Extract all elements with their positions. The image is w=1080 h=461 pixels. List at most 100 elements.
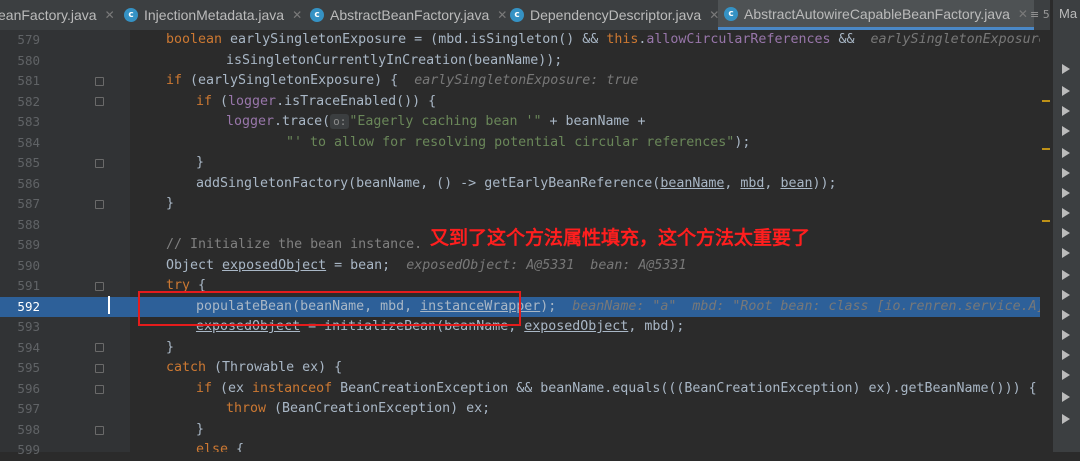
- line-number: 584: [17, 134, 40, 150]
- inline-debug-value: earlySingletonExposure: true: [870, 32, 1052, 47]
- line-number: 593: [17, 319, 40, 334]
- tab-beanfactory[interactable]: eanFactory.java ✕: [0, 0, 115, 30]
- expand-arrow-icon[interactable]: [1062, 270, 1070, 280]
- code-line-587: }: [166, 196, 175, 211]
- maven-panel-label[interactable]: Ma: [1059, 6, 1077, 21]
- fold-marker-icon[interactable]: [95, 200, 104, 209]
- annotation-highlight-box: [138, 291, 521, 326]
- tab-label: InjectionMetadata.java: [144, 7, 285, 23]
- inline-debug-value: earlySingletonExposure: true: [414, 73, 639, 88]
- inline-debug-value: exposedObject: A@5331 bean: A@5331: [406, 257, 687, 273]
- code-line-598: }: [196, 421, 205, 437]
- tab-abstract-bean-factory[interactable]: c AbstractBeanFactory.java ✕: [310, 0, 507, 30]
- fold-marker-icon[interactable]: [95, 97, 104, 106]
- expand-arrow-icon[interactable]: [1062, 64, 1070, 74]
- close-icon[interactable]: ✕: [292, 8, 302, 22]
- tab-label: DependencyDescriptor.java: [530, 7, 702, 23]
- code-line-586: addSingletonFactory(beanName, () -> getE…: [196, 175, 837, 191]
- parameter-hint: o:: [330, 114, 350, 129]
- line-number-current: 592: [17, 298, 40, 314]
- close-icon[interactable]: ✕: [1018, 7, 1028, 21]
- expand-arrow-icon[interactable]: [1062, 208, 1070, 218]
- code-line-579: boolean earlySingletonExposure = (mbd.is…: [166, 30, 1052, 51]
- line-number: 595: [17, 360, 40, 375]
- line-number: 580: [17, 52, 40, 68]
- line-number: 594: [17, 339, 40, 355]
- right-tool-panel: Ma: [1052, 0, 1080, 452]
- java-class-icon: c: [124, 8, 138, 22]
- tab-overflow-button[interactable]: ≡ 5: [1030, 0, 1050, 30]
- code-line-597: throw (BeanCreationException) ex;: [226, 401, 491, 416]
- tab-label: AbstractBeanFactory.java: [330, 7, 490, 23]
- close-icon[interactable]: ✕: [497, 8, 507, 22]
- expand-arrow-icon[interactable]: [1062, 310, 1070, 320]
- code-line-584: "' to allow for resolving potential circ…: [286, 134, 751, 150]
- line-number: 588: [17, 216, 40, 232]
- line-number: 579: [17, 32, 40, 47]
- expand-arrow-icon[interactable]: [1062, 248, 1070, 258]
- code-line-581: if (earlySingletonExposure) { earlySingl…: [166, 73, 639, 88]
- code-line-582: if (logger.isTraceEnabled()) {: [196, 93, 437, 109]
- expand-arrow-icon[interactable]: [1062, 228, 1070, 238]
- expand-arrow-icon[interactable]: [1062, 290, 1070, 300]
- line-number: 591: [17, 278, 40, 293]
- close-icon[interactable]: ✕: [105, 8, 115, 22]
- line-number: 599: [17, 442, 40, 457]
- line-number: 587: [17, 196, 40, 211]
- fold-marker-icon[interactable]: [95, 343, 104, 352]
- code-line-594: }: [166, 339, 175, 355]
- code-line-580: isSingletonCurrentlyInCreation(beanName)…: [226, 52, 563, 68]
- text-caret: [108, 296, 110, 314]
- editor-tab-bar: eanFactory.java ✕ c InjectionMetadata.ja…: [0, 0, 1050, 31]
- expand-arrow-icon[interactable]: [1062, 106, 1070, 116]
- line-number: 586: [17, 175, 40, 191]
- expand-arrow-icon[interactable]: [1062, 168, 1070, 178]
- line-number: 598: [17, 421, 40, 437]
- warning-marker[interactable]: [1042, 100, 1050, 102]
- java-class-icon: c: [510, 8, 524, 22]
- fold-marker-icon[interactable]: [95, 282, 104, 291]
- expand-arrow-icon[interactable]: [1062, 392, 1070, 402]
- code-line-596: if (ex instanceof BeanCreationException …: [196, 380, 1037, 396]
- tab-label: eanFactory.java: [0, 7, 97, 23]
- expand-arrow-icon[interactable]: [1062, 330, 1070, 340]
- fold-marker-icon[interactable]: [95, 159, 104, 168]
- line-number-gutter: 579 580 581 582 583 584 585 586 587 588 …: [0, 30, 130, 457]
- line-number: 582: [17, 93, 40, 109]
- code-line-589: // Initialize the bean instance.: [166, 237, 423, 252]
- line-number: 596: [17, 380, 40, 396]
- tab-abstract-autowire-capable-bean-factory[interactable]: c AbstractAutowireCapableBeanFactory.jav…: [718, 0, 1034, 30]
- expand-arrow-icon[interactable]: [1062, 126, 1070, 136]
- line-number: 583: [17, 114, 40, 129]
- warning-marker[interactable]: [1042, 220, 1050, 222]
- line-number: 581: [17, 73, 40, 88]
- java-class-icon: c: [724, 6, 738, 21]
- annotation-text: 又到了这个方法属性填充，这个方法太重要了: [430, 227, 811, 249]
- fold-marker-icon[interactable]: [95, 77, 104, 86]
- inline-debug-value: beanName: "a" mbd: "Root bean: class [io…: [572, 298, 1052, 314]
- line-number: 589: [17, 237, 40, 252]
- line-number: 597: [17, 401, 40, 416]
- tab-label: AbstractAutowireCapableBeanFactory.java: [744, 5, 1010, 22]
- expand-arrow-icon[interactable]: [1062, 86, 1070, 96]
- tab-dependency-descriptor[interactable]: c DependencyDescriptor.java ✕: [510, 0, 719, 30]
- fold-marker-icon[interactable]: [95, 364, 104, 373]
- code-line-583: logger.trace(o: "Eagerly caching bean '" …: [226, 114, 646, 129]
- warning-marker[interactable]: [1042, 148, 1050, 150]
- expand-arrow-icon[interactable]: [1062, 370, 1070, 380]
- java-class-icon: c: [310, 8, 324, 22]
- code-line-599: else {: [196, 442, 245, 452]
- code-line-595: catch (Throwable ex) {: [166, 360, 343, 375]
- fold-marker-icon[interactable]: [95, 426, 104, 435]
- error-stripe[interactable]: [1040, 30, 1052, 452]
- tab-injection-metadata[interactable]: c InjectionMetadata.java ✕: [124, 0, 302, 30]
- line-number: 590: [17, 257, 40, 273]
- expand-arrow-icon[interactable]: [1062, 188, 1070, 198]
- line-number: 585: [17, 155, 40, 170]
- fold-marker-icon[interactable]: [95, 385, 104, 394]
- expand-arrow-icon[interactable]: [1062, 414, 1070, 424]
- expand-arrow-icon[interactable]: [1062, 350, 1070, 360]
- code-line-590: Object exposedObject = bean; exposedObje…: [166, 257, 687, 273]
- code-line-585: }: [196, 155, 205, 170]
- expand-arrow-icon[interactable]: [1062, 148, 1070, 158]
